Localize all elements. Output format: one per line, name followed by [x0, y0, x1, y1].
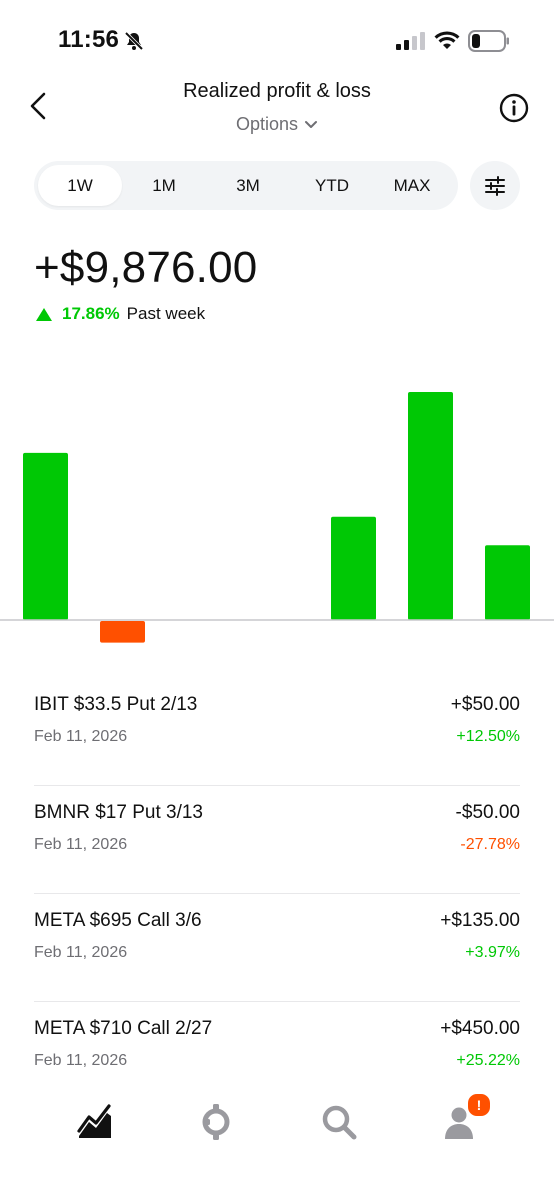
options-dropdown[interactable]: Options [0, 114, 554, 135]
pl-percent: +25.22% [456, 1052, 520, 1069]
bell-muted-icon [124, 31, 144, 51]
up-triangle-icon [36, 307, 52, 321]
close-date: Feb 11, 2026 [34, 836, 128, 853]
total-realized-pl: +$9,876.00 [34, 243, 258, 292]
pl-bar-chart [0, 392, 554, 643]
options-dropdown-label: Options [235, 114, 299, 134]
contract-name: IBIT $33.5 Put 2/13 [34, 694, 198, 715]
close-date: Feb 11, 2026 [34, 944, 128, 961]
list-item[interactable]: META $695 Call 3/6 Feb 11, 2026 +$135.00… [34, 894, 520, 1002]
sliders-icon [485, 176, 505, 196]
contract-name: META $710 Call 2/27 [34, 1018, 213, 1039]
chevron-down-icon [305, 121, 318, 129]
gain-bar [408, 392, 453, 620]
pl-percent: -27.78% [460, 836, 520, 853]
crypto-icon[interactable] [194, 1100, 238, 1144]
close-date: Feb 11, 2026 [34, 1052, 128, 1069]
change-percent: 17.86% [62, 304, 120, 323]
list-item[interactable]: BMNR $17 Put 3/13 Feb 11, 2026 -$50.00 -… [34, 786, 520, 894]
change-period-label: Past week [126, 304, 206, 323]
gain-bar [485, 545, 530, 620]
status-bar: 11:56 [0, 0, 554, 80]
search-icon[interactable] [317, 1100, 361, 1144]
period-tab-1m[interactable]: 1M [122, 165, 206, 206]
contract-name: META $695 Call 3/6 [34, 910, 202, 931]
page-title: Realized profit & loss [183, 80, 371, 102]
period-tab-3m[interactable]: 3M [206, 165, 290, 206]
status-time: 11:56 [58, 26, 120, 53]
pl-percent: +12.50% [456, 728, 520, 745]
info-icon[interactable] [498, 92, 530, 124]
period-tab-max[interactable]: MAX [370, 165, 454, 206]
close-date: Feb 11, 2026 [34, 728, 128, 745]
wifi-icon [434, 31, 460, 49]
list-item[interactable]: IBIT $33.5 Put 2/13 Feb 11, 2026 +$50.00… [34, 678, 520, 786]
loss-bar [100, 621, 145, 643]
pl-amount: +$450.00 [440, 1018, 520, 1039]
contract-name: BMNR $17 Put 3/13 [34, 802, 203, 823]
pl-amount: +$135.00 [440, 910, 520, 931]
pl-amount: +$50.00 [450, 694, 520, 715]
account-alert-badge: ! [466, 1092, 492, 1118]
period-tab-ytd[interactable]: YTD [290, 165, 374, 206]
pl-list: IBIT $33.5 Put 2/13 Feb 11, 2026 +$50.00… [34, 678, 520, 1109]
change-row: 17.86% Past week [36, 304, 205, 324]
pl-percent: +3.97% [465, 944, 520, 961]
pl-amount: -$50.00 [455, 802, 520, 823]
cellular-signal-icon [396, 32, 425, 50]
period-selector: 1W 1M 3M YTD MAX [34, 161, 458, 210]
gain-bar [23, 452, 68, 620]
bottom-nav: ! [0, 1080, 554, 1200]
filter-button[interactable] [470, 161, 520, 210]
period-tab-1w[interactable]: 1W [38, 165, 122, 206]
battery-icon [468, 30, 509, 52]
investing-chart-icon[interactable] [73, 1100, 117, 1144]
gain-bar [331, 516, 376, 620]
